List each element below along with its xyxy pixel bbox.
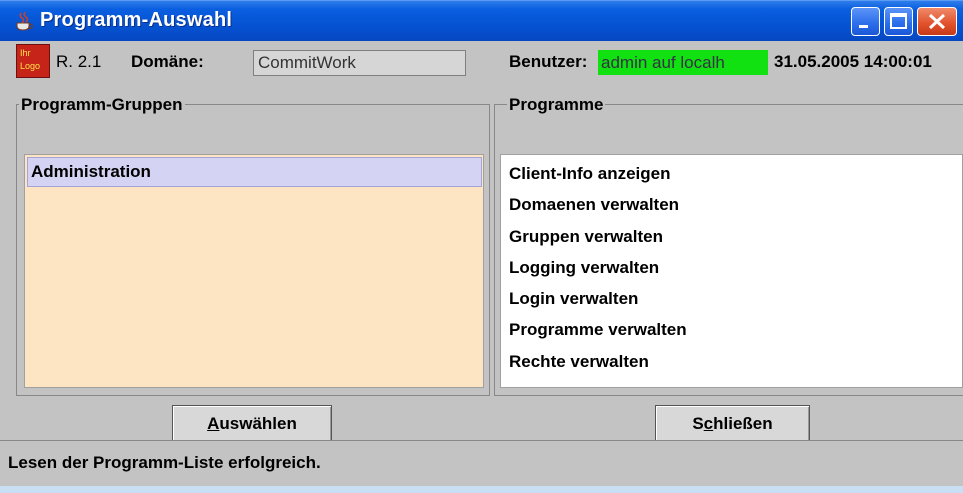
- release-label: R. 2.1: [56, 52, 102, 71]
- close-mnemonic: c: [703, 414, 714, 433]
- list-item[interactable]: Gruppen verwalten: [509, 227, 663, 247]
- select-button[interactable]: Auswählen: [172, 405, 332, 443]
- user-field: admin auf localh: [598, 50, 768, 75]
- select-label-rest: uswählen: [219, 414, 297, 433]
- minimize-button[interactable]: [851, 7, 880, 36]
- close-label-rest: hließen: [713, 414, 773, 433]
- list-item[interactable]: Administration: [27, 157, 482, 187]
- minimize-icon: [859, 25, 868, 28]
- maximize-icon: [890, 13, 907, 29]
- list-item[interactable]: Login verwalten: [509, 289, 638, 309]
- domain-field: CommitWork: [253, 50, 466, 76]
- select-mnemonic: A: [207, 414, 220, 433]
- list-item[interactable]: Rechte verwalten: [509, 352, 649, 372]
- program-selection-window: Programm-Auswahl Ihr Logo R. 2.1 Domäne:…: [0, 0, 963, 486]
- list-item[interactable]: Client-Info anzeigen: [509, 164, 671, 184]
- window-title: Programm-Auswahl: [40, 9, 233, 31]
- maximize-button[interactable]: [884, 7, 913, 36]
- close-icon: [928, 13, 946, 30]
- desktop-background: [0, 486, 963, 493]
- datetime-label: 31.05.2005 14:00:01: [774, 52, 932, 71]
- domain-label: Domäne:: [131, 52, 204, 71]
- status-bar: Lesen der Programm-Liste erfolgreich.: [0, 440, 963, 486]
- user-label: Benutzer:: [509, 52, 588, 71]
- close-label-pre: S: [692, 414, 704, 433]
- list-item[interactable]: Logging verwalten: [509, 258, 659, 278]
- program-groups-list[interactable]: Administration: [24, 154, 484, 388]
- list-item[interactable]: Programme verwalten: [509, 320, 687, 340]
- programs-list[interactable]: Client-Info anzeigen Domaenen verwalten …: [500, 154, 963, 388]
- title-bar[interactable]: Programm-Auswahl: [0, 0, 963, 41]
- status-message: Lesen der Programm-Liste erfolgreich.: [8, 453, 321, 472]
- close-button[interactable]: Schließen: [655, 405, 810, 443]
- program-groups-title: Programm-Gruppen: [19, 95, 185, 115]
- java-cup-icon: [16, 11, 33, 31]
- list-item[interactable]: Domaenen verwalten: [509, 195, 679, 215]
- logo-text-line2: Logo: [20, 61, 41, 71]
- close-window-button[interactable]: [917, 7, 957, 36]
- programs-title: Programme: [507, 95, 606, 115]
- company-logo: Ihr Logo: [16, 44, 50, 78]
- logo-text-line1: Ihr: [20, 48, 31, 58]
